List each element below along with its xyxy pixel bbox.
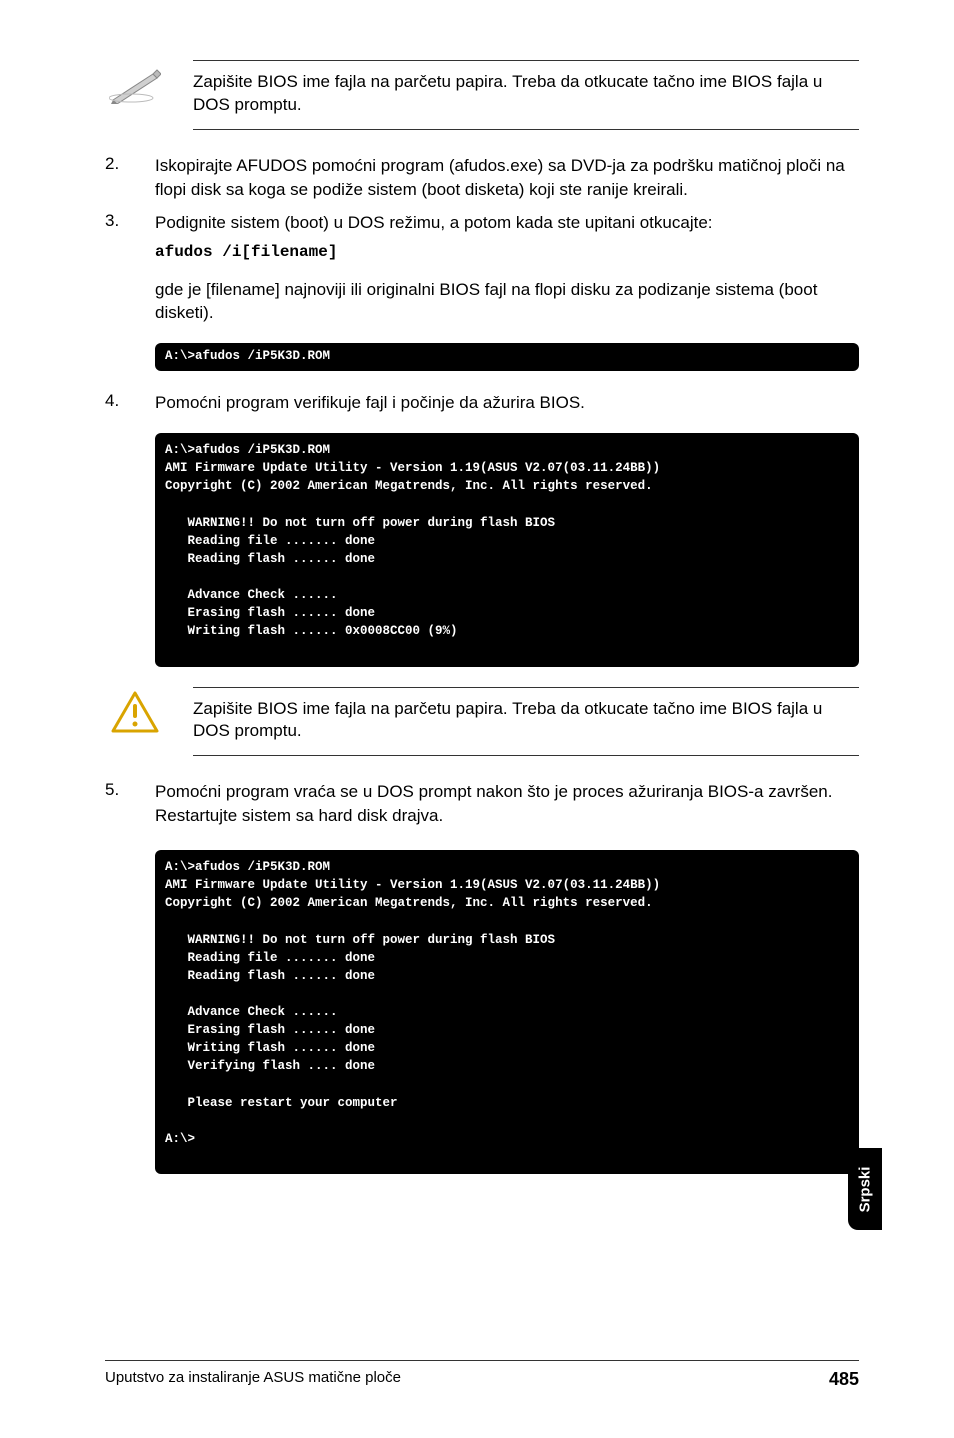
step-number: 4.: [105, 391, 129, 411]
step-3-explain: gde je [filename] najnoviji ili original…: [155, 278, 859, 326]
step-body: Pomoćni program vraća se u DOS prompt na…: [155, 780, 859, 828]
note-text-2: Zapišite BIOS ime fajla na parčetu papir…: [193, 687, 859, 757]
page-number: 485: [829, 1369, 859, 1390]
step-number: 3.: [105, 211, 129, 231]
language-label: Srpski: [857, 1166, 874, 1212]
step-3: 3. Podignite sistem (boot) u DOS režimu,…: [105, 211, 859, 263]
step-body: Iskopirajte AFUDOS pomoćni program (afud…: [155, 154, 859, 202]
step-number: 2.: [105, 154, 129, 174]
step-4: 4. Pomoćni program verifikuje fajl i poč…: [105, 391, 859, 415]
pencil-note-icon: [105, 60, 165, 104]
step-number: 5.: [105, 780, 129, 800]
step-3-command: afudos /i[filename]: [155, 241, 859, 263]
step-body: Podignite sistem (boot) u DOS režimu, a …: [155, 211, 859, 263]
language-side-tab: Srpski: [848, 1148, 882, 1230]
step-3-text: Podignite sistem (boot) u DOS režimu, a …: [155, 211, 859, 235]
footer-title: Uputstvo za instaliranje ASUS matične pl…: [105, 1369, 401, 1390]
step-5: 5. Pomoćni program vraća se u DOS prompt…: [105, 780, 859, 828]
terminal-output-3: A:\>afudos /iP5K3D.ROM AMI Firmware Upda…: [155, 850, 859, 1174]
terminal-output-2: A:\>afudos /iP5K3D.ROM AMI Firmware Upda…: [155, 433, 859, 666]
page: Zapišite BIOS ime fajla na parčetu papir…: [0, 0, 954, 1438]
step-2: 2. Iskopirajte AFUDOS pomoćni program (a…: [105, 154, 859, 202]
page-footer: Uputstvo za instaliranje ASUS matične pl…: [105, 1360, 859, 1390]
note-block-2: Zapišite BIOS ime fajla na parčetu papir…: [105, 687, 859, 757]
step-body: Pomoćni program verifikuje fajl i počinj…: [155, 391, 859, 415]
note-text-1: Zapišite BIOS ime fajla na parčetu papir…: [193, 60, 859, 130]
terminal-output-1: A:\>afudos /iP5K3D.ROM: [155, 343, 859, 371]
note-block-1: Zapišite BIOS ime fajla na parčetu papir…: [105, 60, 859, 130]
warning-icon: [105, 687, 165, 733]
